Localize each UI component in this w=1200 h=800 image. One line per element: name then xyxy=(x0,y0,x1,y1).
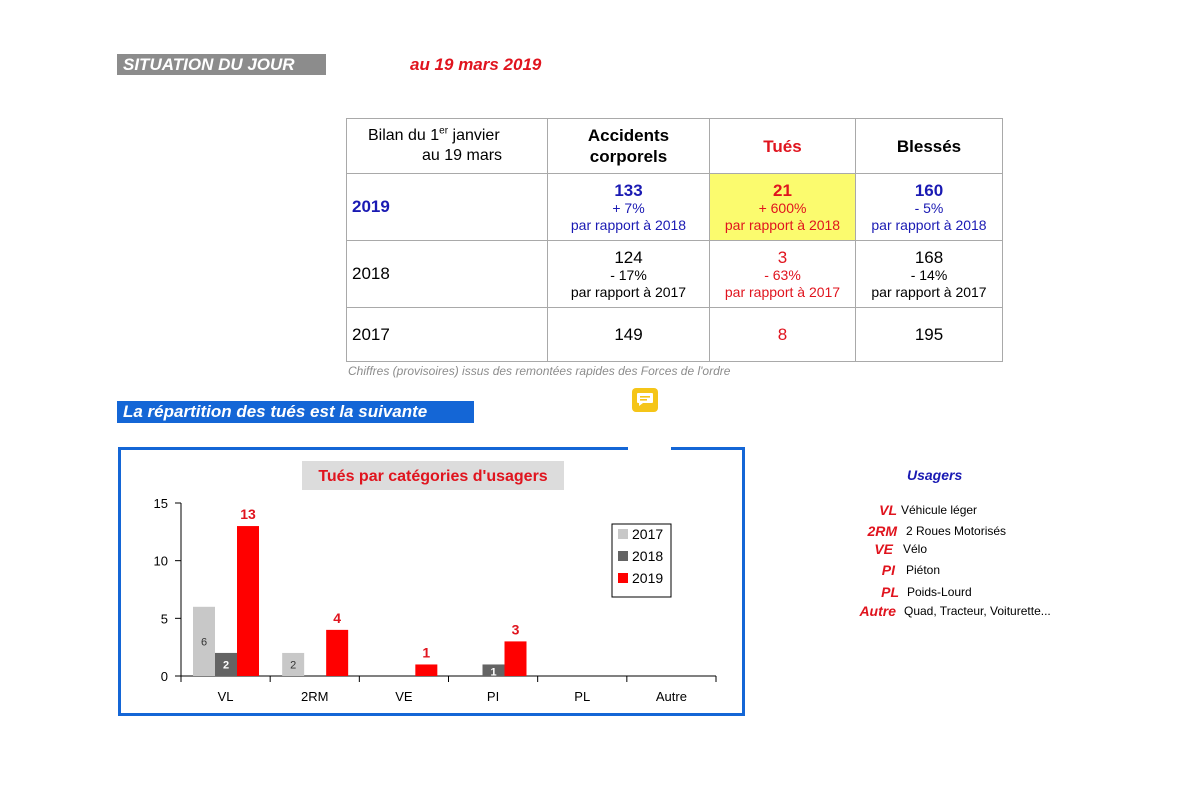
table-row-2017: 2017 149 8 195 xyxy=(346,307,1003,362)
row-year: 2018 xyxy=(346,240,548,308)
cell-value: 160 xyxy=(914,180,944,200)
cell-value: 8 xyxy=(777,325,788,344)
cell-accidents: 124 - 17% par rapport à 2017 xyxy=(547,240,710,308)
chart-title: Tués par catégories d'usagers xyxy=(318,468,547,485)
cell-value: 21 xyxy=(773,180,792,200)
cell-tues: 8 xyxy=(709,307,856,362)
header-tues: Tués xyxy=(709,118,856,174)
table-header-row: Bilan du 1er janvier au 19 mars Accident… xyxy=(346,118,1003,174)
table-row-2019: 2019 133 + 7% par rapport à 2018 21 + 60… xyxy=(346,173,1003,241)
cell-value: 124 xyxy=(614,247,643,267)
usager-desc: Piéton xyxy=(906,563,941,577)
comment-icon[interactable] xyxy=(631,387,659,413)
bar-label-2019: 4 xyxy=(333,610,341,626)
y-tick-label: 10 xyxy=(154,554,168,569)
cell-pct: + 600% xyxy=(758,199,807,216)
cell-ref: par rapport à 2017 xyxy=(871,283,987,300)
bilan-table: Bilan du 1er janvier au 19 mars Accident… xyxy=(346,118,1003,362)
legend-swatch-2018 xyxy=(618,551,628,561)
usager-code: 2RM xyxy=(867,523,897,539)
usager-desc: Véhicule léger xyxy=(901,503,978,517)
cell-blesses: 195 xyxy=(855,307,1003,362)
cell-ref: par rapport à 2017 xyxy=(724,283,841,300)
bar-2019 xyxy=(504,641,527,676)
x-tick-label: Autre xyxy=(656,689,687,704)
cell-pct: - 17% xyxy=(610,266,647,283)
row-year: 2019 xyxy=(346,173,548,241)
header-tues-label: Tués xyxy=(763,136,802,156)
usager-code: VL xyxy=(879,502,897,518)
situation-date: au 19 mars 2019 xyxy=(410,55,542,74)
cell-ref: par rapport à 2017 xyxy=(570,283,687,300)
bar-2019 xyxy=(415,664,438,676)
usager-code: VE xyxy=(874,541,893,557)
x-tick-label: VE xyxy=(395,689,413,704)
legend-label-2017: 2017 xyxy=(632,526,663,542)
cell-pct: + 7% xyxy=(612,199,645,216)
x-tick-label: PI xyxy=(487,689,499,704)
situation-label: SITUATION DU JOUR xyxy=(117,54,326,75)
cell-pct: - 14% xyxy=(910,266,948,283)
usager-desc: Poids-Lourd xyxy=(907,585,972,599)
header-accidents-l2: corporels xyxy=(589,147,668,166)
legend-swatch-2019 xyxy=(618,573,628,583)
bar-label-2019: 1 xyxy=(422,644,430,660)
cell-accidents: 133 + 7% par rapport à 2018 xyxy=(547,173,710,241)
cell-accidents: 149 xyxy=(547,307,710,362)
cell-blesses: 160 - 5% par rapport à 2018 xyxy=(855,173,1003,241)
bar-label-2019: 13 xyxy=(240,506,256,522)
bar-label-2017: 6 xyxy=(201,636,207,648)
cell-ref: par rapport à 2018 xyxy=(724,216,841,233)
usager-code: PL xyxy=(881,584,899,600)
x-tick-label: PL xyxy=(574,689,590,704)
cell-value: 149 xyxy=(614,325,643,344)
repartition-banner: La répartition des tués est la suivante xyxy=(117,401,474,423)
bar-2019 xyxy=(326,629,349,676)
bilan-line1: Bilan du 1 xyxy=(368,127,440,144)
cell-pct: - 5% xyxy=(914,199,944,216)
x-tick-label: VL xyxy=(218,689,234,704)
usager-code: Autre xyxy=(859,603,896,619)
legend-label-2018: 2018 xyxy=(632,548,663,564)
usager-code: PI xyxy=(881,562,895,578)
usager-desc: Quad, Tracteur, Voiturette... xyxy=(904,604,1051,618)
x-tick-label: 2RM xyxy=(301,689,328,704)
cell-tues: 21 + 600% par rapport à 2018 xyxy=(709,173,856,241)
header-accidents-l1: Accidents xyxy=(587,126,670,145)
cell-ref: par rapport à 2018 xyxy=(570,216,687,233)
cell-value: 168 xyxy=(914,247,944,267)
bilan-sup: er xyxy=(439,125,449,137)
legend-swatch-2017 xyxy=(618,529,628,539)
bilan-header-cell: Bilan du 1er janvier au 19 mars xyxy=(346,118,548,174)
bar-label-2018: 2 xyxy=(223,659,229,671)
header-blesses-label: Blessés xyxy=(896,136,962,156)
usager-desc: Vélo xyxy=(903,542,928,556)
y-tick-label: 15 xyxy=(154,496,168,511)
bar-label-2018: 1 xyxy=(490,666,496,678)
header-accidents: Accidents corporels xyxy=(547,118,710,174)
y-tick-label: 5 xyxy=(161,611,168,626)
row-year: 2017 xyxy=(346,307,548,362)
cell-value: 3 xyxy=(777,247,788,267)
bar-label-2017: 2 xyxy=(290,659,296,671)
cell-value: 133 xyxy=(614,180,643,200)
killed-by-user-category-chart: Tués par catégories d'usagers 0 5 10 15 VL 2RM… xyxy=(154,461,717,704)
usagers-title: Usagers xyxy=(907,467,963,483)
cell-pct: - 63% xyxy=(764,266,801,283)
table-footnote: Chiffres (provisoires) issus des remonté… xyxy=(348,364,731,378)
table-row-2018: 2018 124 - 17% par rapport à 2017 3 - 63… xyxy=(346,240,1003,308)
cell-ref: par rapport à 2018 xyxy=(871,216,987,233)
usager-desc: 2 Roues Motorisés xyxy=(906,524,1007,538)
bilan-line2: au 19 mars xyxy=(422,147,503,164)
header-blesses: Blessés xyxy=(855,118,1003,174)
cell-blesses: 168 - 14% par rapport à 2017 xyxy=(855,240,1003,308)
legend-label-2019: 2019 xyxy=(632,570,663,586)
y-tick-label: 0 xyxy=(161,669,168,684)
bar-2019 xyxy=(237,526,259,676)
cell-tues: 3 - 63% par rapport à 2017 xyxy=(709,240,856,308)
cell-value: 195 xyxy=(914,325,944,344)
bar-label-2019: 3 xyxy=(512,621,520,637)
bilan-line1-end: janvier xyxy=(448,127,500,144)
